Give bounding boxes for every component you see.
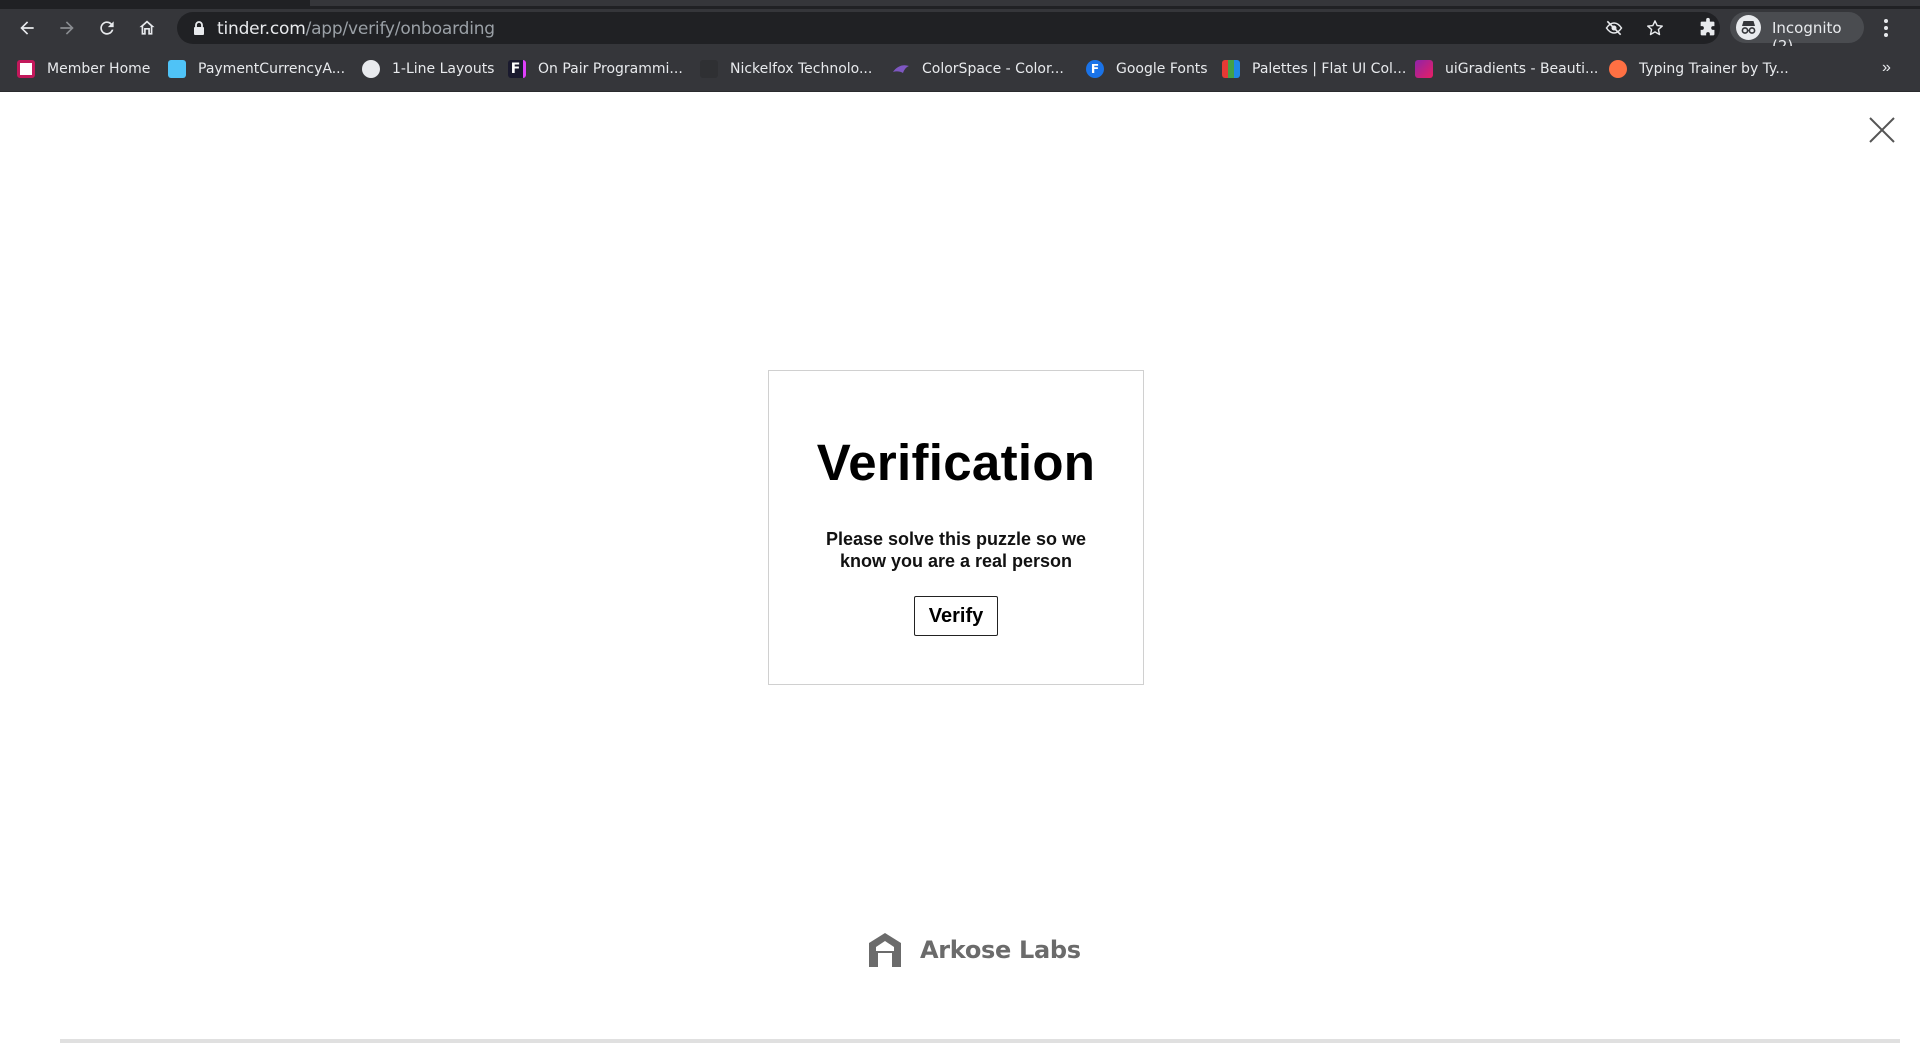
bookmark-payment-currency[interactable]: PaymentCurrencyA... (168, 57, 345, 81)
verify-button[interactable]: Verify (914, 596, 998, 636)
bookmark-on-pair-programming[interactable]: F On Pair Programmi... (508, 57, 683, 81)
url-host: tinder.com (217, 19, 306, 39)
bookmark-colorspace[interactable]: ColorSpace - Color... (892, 57, 1064, 81)
eye-slash-icon[interactable] (1604, 18, 1624, 38)
bookmarks-overflow-button[interactable]: » (1882, 59, 1891, 77)
google-fonts-favicon-icon: F (1086, 60, 1104, 78)
url-text: tinder.com/app/verify/onboarding (217, 19, 495, 39)
brand-name: Arkose Labs (920, 936, 1081, 964)
bookmark-flat-ui-palettes[interactable]: Palettes | Flat UI Col... (1222, 57, 1406, 81)
member-home-favicon-icon (17, 60, 35, 78)
home-icon (139, 20, 155, 35)
bookmark-label: uiGradients - Beauti... (1445, 61, 1599, 77)
bookmark-member-home[interactable]: Member Home (17, 57, 150, 81)
bookmark-one-line-layouts[interactable]: 1-Line Layouts (362, 57, 494, 81)
arkose-logo-icon (869, 933, 901, 967)
nickelfox-favicon-icon (700, 60, 718, 78)
bookmark-label: 1-Line Layouts (392, 61, 495, 77)
typing-trainer-favicon-icon (1609, 60, 1627, 78)
bottom-divider (60, 1039, 1900, 1043)
bookmark-google-fonts[interactable]: F Google Fonts (1086, 57, 1208, 81)
forward-button[interactable] (52, 13, 82, 43)
bookmarks-bar: Member Home PaymentCurrencyA... 1-Line L… (0, 46, 1920, 92)
bookmark-nickelfox[interactable]: Nickelfox Technolo... (700, 57, 872, 81)
extensions-puzzle-icon[interactable] (1697, 17, 1719, 39)
url-path: /app/verify/onboarding (305, 19, 496, 39)
verification-message: Please solve this puzzle so we know you … (825, 529, 1087, 571)
arrow-right-icon (60, 21, 74, 35)
reload-button[interactable] (92, 13, 122, 43)
bookmark-label: PaymentCurrencyA... (198, 61, 346, 77)
bookmark-typing-trainer[interactable]: Typing Trainer by Ty... (1609, 57, 1789, 81)
page-content: Verification Please solve this puzzle so… (0, 92, 1920, 1043)
close-icon[interactable] (1868, 116, 1896, 144)
verification-card: Verification Please solve this puzzle so… (768, 370, 1144, 685)
arkose-labs-branding: Arkose Labs (866, 930, 1081, 970)
bookmark-label: On Pair Programmi... (538, 61, 683, 77)
bookmark-label: Typing Trainer by Ty... (1639, 61, 1789, 77)
bookmark-label: Palettes | Flat UI Col... (1252, 61, 1407, 77)
home-button[interactable] (132, 13, 162, 43)
verification-title: Verification (816, 434, 1096, 491)
reload-icon (100, 21, 114, 35)
star-icon[interactable] (1645, 18, 1665, 38)
bookmark-label: ColorSpace - Color... (922, 61, 1064, 77)
tab-strip (0, 0, 1920, 9)
incognito-icon (1736, 15, 1761, 40)
uigradients-favicon-icon (1415, 60, 1433, 78)
arrow-left-icon (20, 21, 34, 35)
colorspace-favicon-icon (892, 60, 910, 78)
back-button[interactable] (12, 13, 42, 43)
f-logo-icon: F (508, 60, 526, 78)
browser-toolbar: tinder.com/app/verify/onboarding Incogni… (0, 9, 1920, 55)
address-bar[interactable]: tinder.com/app/verify/onboarding (177, 12, 1720, 44)
palettes-favicon-icon (1222, 60, 1240, 78)
bookmark-label: Google Fonts (1116, 61, 1208, 77)
more-vertical-icon[interactable] (1876, 17, 1896, 39)
tab-strip-background (310, 0, 1920, 6)
lock-icon (194, 21, 204, 35)
incognito-profile-button[interactable]: Incognito (2) (1730, 12, 1864, 55)
bookmark-label: Nickelfox Technolo... (730, 61, 873, 77)
globe-icon (362, 60, 380, 78)
payment-favicon-icon (168, 60, 186, 78)
bookmark-uigradients[interactable]: uiGradients - Beauti... (1415, 57, 1598, 81)
bookmark-label: Member Home (47, 61, 151, 77)
